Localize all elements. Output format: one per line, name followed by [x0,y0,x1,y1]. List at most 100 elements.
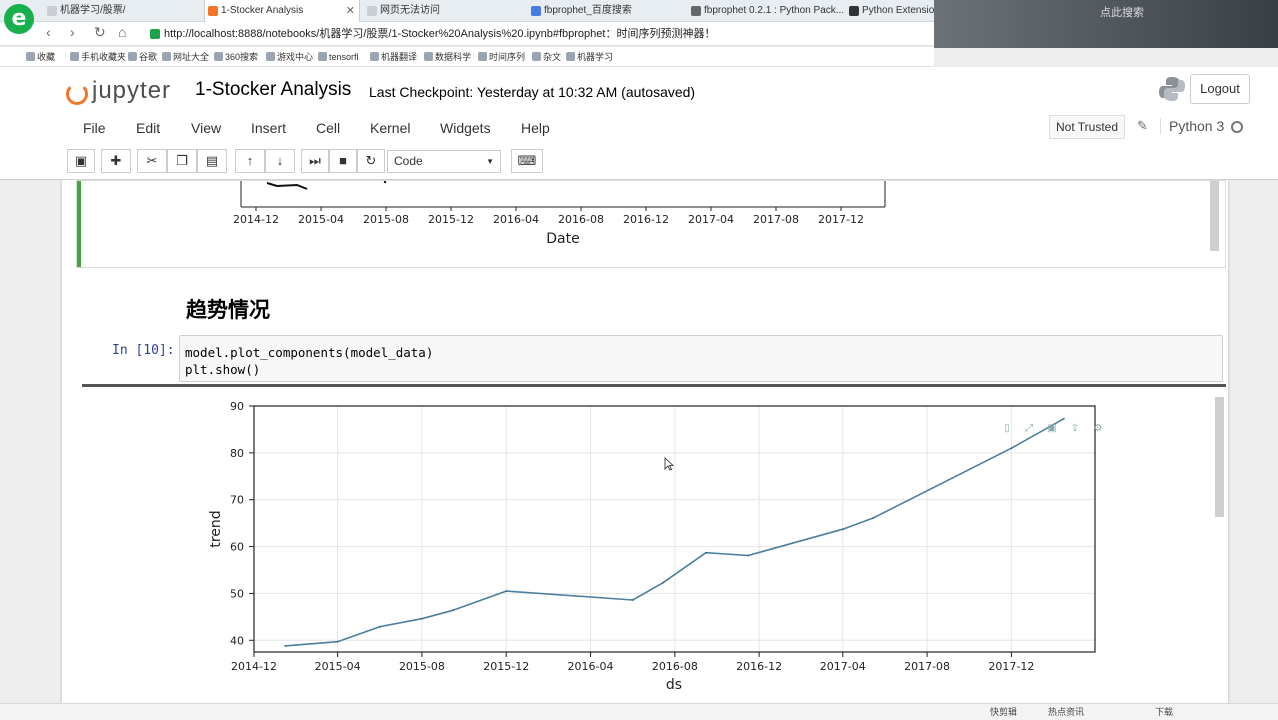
folder-icon [532,52,541,61]
keyboard-icon[interactable]: ⌨ [511,149,543,173]
url-text: http://localhost:8888/notebooks/机器学习/股票/… [164,28,716,40]
trend-plot: 2014-12 2015-04 2015-08 2015-12 2016-04 2016-… [102,398,1112,703]
save-icon[interactable]: ▣ [1043,420,1061,438]
cut-icon[interactable]: ✂ [137,149,167,173]
insert-cell-icon[interactable]: ✚ [101,149,131,173]
status-item[interactable]: 下载 [1155,704,1173,720]
browser-tab[interactable]: 网页无法访问 [364,0,524,22]
bookmark-item[interactable]: 时间序列 [478,47,525,67]
search-hint[interactable]: 点此搜索 [1100,4,1144,20]
status-item[interactable]: 快剪辑 [990,704,1017,720]
trend-point [747,554,749,557]
x-tick-label: 2017-04 [820,660,866,673]
cell-type-select[interactable]: Code ▼ [387,150,501,173]
trend-chart-svg: 2014-12 2015-04 2015-08 2015-12 2016-04 2016-… [208,400,1096,693]
browser-logo-icon[interactable]: e [4,4,34,34]
x-tick-label: 2015-12 [483,660,529,673]
output-scrollbar[interactable] [1215,397,1224,517]
browser-tab[interactable]: fbprophet_百度搜索 [528,0,688,22]
x-ticks: 2014-12 2015-04 2015-08 2015-12 2016-04 2016-… [231,652,1034,673]
menu-insert[interactable]: Insert [251,120,286,136]
share-icon[interactable]: ⇪ [1066,420,1084,438]
url-field[interactable]: http://localhost:8888/notebooks/机器学习/股票/… [150,25,930,43]
bookmark-item[interactable]: 数据科学 [424,47,471,67]
page-icon [318,52,327,61]
bookmark-item[interactable]: 游戏中心 [266,47,313,67]
x-tick-label: 2016-04 [568,660,614,673]
home-icon[interactable]: ⌂ [118,24,126,40]
trend-point [662,581,664,584]
python-logo-icon [1159,77,1185,101]
tab-favicon-icon [367,6,377,16]
input-prompt: In [10]: [112,343,175,358]
folder-icon [566,52,575,61]
mouse-cursor-icon [664,457,674,471]
stop-icon[interactable]: ■ [329,149,357,173]
trend-point [378,625,381,628]
bookmark-icon[interactable]: ▯ [998,420,1016,438]
prev-x-tick-label: 2016-04 [493,213,539,226]
trend-point [841,528,844,531]
bookmark-item[interactable]: 收藏 [26,47,55,67]
menu-kernel[interactable]: Kernel [370,120,410,136]
trend-point [705,551,707,554]
tab-close-icon[interactable]: ✕ [346,0,355,22]
bookmark-item[interactable]: 杂文 [532,47,561,67]
restart-icon[interactable]: ↻ [357,149,385,173]
prev-x-tick-label: 2016-08 [558,213,604,226]
browser-tab-active[interactable]: 1-Stocker Analysis ✕ [204,0,360,22]
tab-label: fbprophet 0.2.1 : Python Pack... [704,5,844,16]
notebook-title[interactable]: 1-Stocker Analysis [195,79,351,101]
menu-edit[interactable]: Edit [136,120,160,136]
browser-tab[interactable]: 机器学习/股票/ [44,0,204,22]
copy-icon[interactable]: ❐ [167,149,197,173]
jupyter-logo-text: jupyter [92,77,172,104]
browser-tab[interactable]: fbprophet 0.2.1 : Python Pack... [688,0,844,22]
x-axis-label: ds [666,677,682,693]
expand-icon[interactable]: ⤢ [1020,420,1038,438]
prev-chart-ticks: 2014-12 2015-04 2015-08 2015-12 2016-04 2016-… [233,207,864,226]
bookmark-item[interactable]: 360搜索 [214,47,258,67]
prev-x-tick-label: 2015-04 [298,213,344,226]
bookmark-item[interactable]: 手机收藏夹 [70,47,126,67]
forward-icon[interactable]: › [70,24,75,40]
paste-icon[interactable]: ▤ [197,149,227,173]
edit-pencil-icon[interactable]: ✎ [1137,118,1148,134]
menu-widgets[interactable]: Widgets [440,120,491,136]
status-item[interactable]: 热点资讯 [1048,704,1084,720]
run-icon[interactable]: ⏭ [301,149,329,173]
save-icon[interactable]: ▣ [67,149,95,173]
bookmark-item[interactable]: 网址大全 [162,47,209,67]
notebook-toolbar: ▣ ✚ ✂ ❐ ▤ ↑ ↓ ⏭ ■ ↻ Code ▼ ⌨ [67,149,1254,175]
y-tick-label: 50 [230,587,244,600]
tab-label: fbprophet_百度搜索 [544,5,632,16]
not-trusted-button[interactable]: Not Trusted [1049,115,1126,139]
reload-icon[interactable]: ↻ [94,24,106,41]
google-icon [128,52,137,61]
code-input[interactable]: model.plot_components(model_data) plt.sh… [179,335,1223,382]
move-up-icon[interactable]: ↑ [235,149,265,173]
kernel-idle-icon [1231,121,1243,133]
move-down-icon[interactable]: ↓ [265,149,295,173]
menu-help[interactable]: Help [521,120,550,136]
menu-cell[interactable]: Cell [316,120,340,136]
bookmark-item[interactable]: 机器翻译 [370,47,417,67]
prev-chart-point [383,181,387,184]
output-scrollbar[interactable] [1210,181,1219,251]
logout-button[interactable]: Logout [1190,74,1250,104]
bookmark-item[interactable]: 机器学习 [566,47,613,67]
bookmark-item[interactable]: tensorfl [318,47,359,67]
menu-view[interactable]: View [191,120,221,136]
game-icon [266,52,275,61]
star-icon [26,52,35,61]
gear-icon[interactable]: ⚙ [1089,420,1107,438]
tab-favicon-icon [208,6,218,16]
plot-toolbar: ▯ ⤢ ▣ ⇪ ⚙ [998,420,1112,438]
back-icon[interactable]: ‹ [46,24,51,40]
tab-label: 网页无法访问 [380,5,440,16]
bookmark-item[interactable]: 谷歌 [128,47,157,67]
browser-right-panel: 点此搜索 [934,0,1278,48]
trend-point [284,645,286,647]
menu-file[interactable]: File [83,120,106,136]
browser-status-bar: 快剪辑 热点资讯 下载 [0,703,1278,720]
